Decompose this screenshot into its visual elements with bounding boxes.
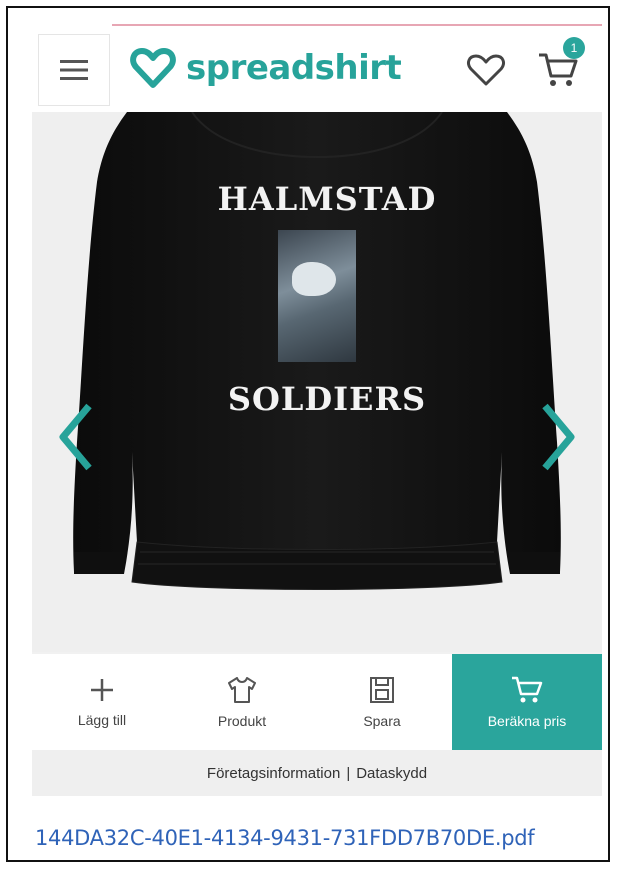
save-button[interactable]: Spara	[312, 654, 452, 750]
save-label: Spara	[363, 713, 401, 729]
print-text-bottom: SOLDIERS	[227, 380, 427, 418]
product-image-carousel[interactable]: HALMSTAD SOLDIERS	[32, 112, 602, 652]
cart-icon	[512, 676, 543, 703]
menu-button[interactable]	[38, 34, 110, 106]
company-info-link[interactable]: Företagsinformation	[207, 765, 340, 782]
print-photo	[278, 230, 356, 362]
calculate-price-button[interactable]: Beräkna pris	[452, 654, 602, 750]
add-label: Lägg till	[77, 712, 127, 728]
menu-icon	[60, 60, 88, 80]
plus-icon	[91, 679, 113, 701]
save-icon	[370, 677, 394, 703]
product-action-toolbar: Lägg till Produkt Spara Beräkna pris	[32, 654, 602, 750]
calculate-price-label: Beräkna pris	[487, 713, 567, 729]
add-button[interactable]: Lägg till	[32, 654, 172, 750]
privacy-link[interactable]: Dataskydd	[356, 765, 427, 782]
logo-text: spreadshirt	[186, 48, 402, 88]
header-accent-line	[112, 24, 602, 26]
carousel-next-button[interactable]	[534, 397, 584, 477]
product-button[interactable]: Produkt	[172, 654, 312, 750]
footer-separator: |	[346, 764, 351, 782]
product-label: Produkt	[217, 713, 267, 729]
spreadshirt-logo[interactable]: spreadshirt	[130, 42, 402, 94]
chevron-left-icon	[59, 403, 92, 471]
footer-links: Företagsinformation | Dataskydd	[32, 750, 602, 796]
carousel-prev-button[interactable]	[50, 397, 100, 477]
site-header: spreadshirt 1	[32, 24, 602, 113]
file-name-link[interactable]: 144DA32C-40E1-4134-9431-731FDD7B70DE.pdf	[35, 826, 535, 850]
print-photo-subject	[292, 262, 336, 296]
heart-icon	[467, 54, 505, 86]
heart-logo-icon	[130, 48, 176, 88]
print-text-top: HALMSTAD	[217, 180, 437, 218]
screenshot-frame: spreadshirt 1 HALMSTAD SOLDIERS Lägg til…	[6, 6, 610, 862]
cart-count-badge: 1	[563, 37, 585, 59]
tshirt-icon	[228, 677, 256, 703]
wishlist-button[interactable]	[462, 46, 510, 94]
mobile-page: spreadshirt 1 HALMSTAD SOLDIERS Lägg til…	[32, 24, 602, 796]
chevron-right-icon	[542, 403, 575, 471]
